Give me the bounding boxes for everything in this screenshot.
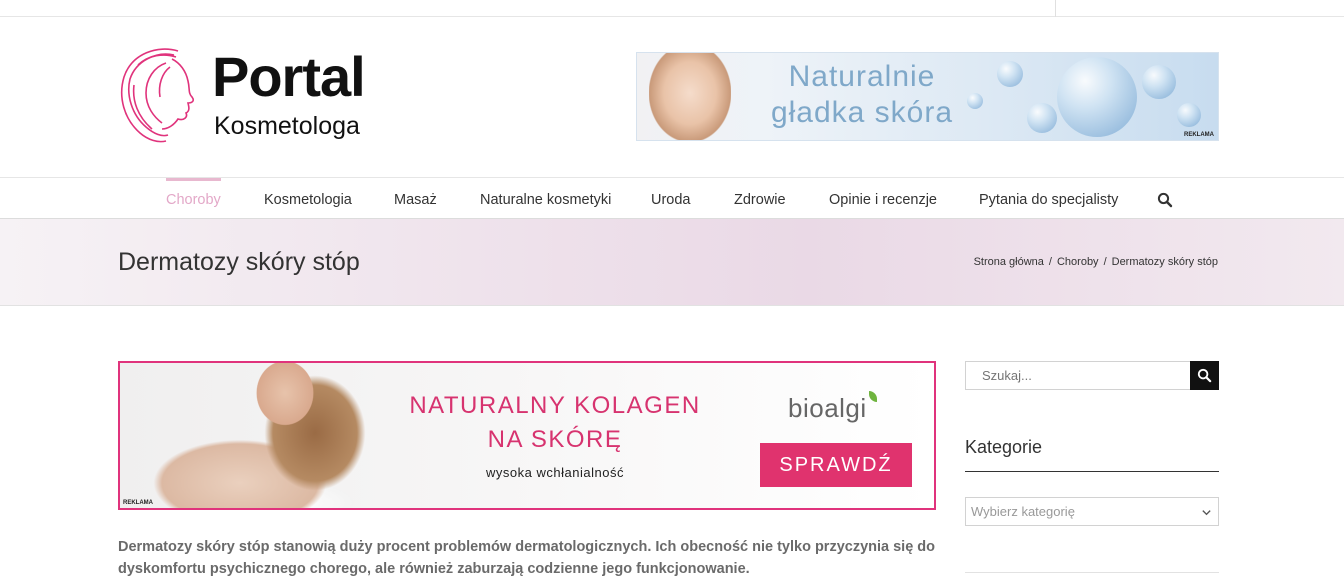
breadcrumb: Strona główna / Choroby / Dermatozy skóry st… — [974, 256, 1218, 268]
ad-bubble-decoration — [1057, 57, 1137, 137]
top-ad-headline-1: Naturalnie — [788, 60, 936, 93]
leaf-icon — [869, 391, 877, 402]
breadcrumb-current: Dermatozy skóry stóp — [1111, 256, 1218, 268]
ad-bubble-decoration — [1142, 65, 1176, 99]
content-banner-ad[interactable]: NATURALNY KOLAGEN NA SKÓRĘ wysoka wchłan… — [118, 361, 936, 510]
content-ad-label: REKLAMA — [123, 500, 153, 506]
categories-select-value: Wybierz kategorię — [971, 504, 1075, 519]
top-bar-divider — [1055, 0, 1056, 17]
ad-model-image — [140, 363, 370, 508]
logo-subtitle: Kosmetologa — [214, 112, 360, 140]
ad-headline-2: NA SKÓRĘ — [487, 426, 623, 453]
ad-cta-button[interactable]: SPRAWDŹ — [760, 443, 912, 487]
article-lead: Dermatozy skóry stóp stanowią duży proce… — [118, 539, 936, 577]
ad-brand-logo: bioalgi — [788, 391, 877, 424]
main-navigation: Choroby Kosmetologia Masaż Naturalne kos… — [0, 177, 1344, 219]
categories-heading: Kategorie — [965, 437, 1043, 457]
nav-item-choroby[interactable]: Choroby — [166, 178, 221, 220]
breadcrumb-separator: / — [1048, 256, 1052, 268]
breadcrumb-separator: / — [1103, 256, 1107, 268]
top-ad-headline-2: gładka skóra — [770, 96, 954, 129]
nav-item-pytania-do-specjalisty[interactable]: Pytania do specjalisty — [979, 178, 1118, 220]
top-banner-ad[interactable]: Naturalnie gładka skóra REKLAMA — [636, 52, 1219, 141]
ad-bubble-decoration — [1027, 103, 1057, 133]
sidebar-search-input[interactable] — [965, 361, 1191, 390]
search-icon — [1197, 368, 1212, 383]
logo-title: Portal — [212, 45, 366, 108]
ad-bubble-decoration — [997, 61, 1023, 87]
sidebar-divider — [965, 572, 1219, 573]
nav-item-zdrowie[interactable]: Zdrowie — [734, 178, 786, 220]
nav-item-opinie-i-recenzje[interactable]: Opinie i recenzje — [829, 178, 937, 220]
top-utility-bar — [0, 0, 1344, 17]
site-logo[interactable]: Portal Kosmetologa — [118, 45, 398, 145]
nav-item-naturalne-kosmetyki[interactable]: Naturalne kosmetyki — [480, 178, 611, 220]
categories-heading-underline — [965, 471, 1219, 472]
ad-headline-1: NATURALNY KOLAGEN — [409, 392, 701, 419]
page-title: Dermatozy skóry stóp — [118, 248, 360, 276]
search-icon[interactable] — [1157, 192, 1173, 208]
ad-model-image — [649, 53, 731, 140]
ad-bubble-decoration — [1177, 103, 1201, 127]
page-title-bar: Dermatozy skóry stóp Strona główna / Choro… — [0, 219, 1344, 306]
breadcrumb-category-link[interactable]: Choroby — [1057, 256, 1099, 268]
ad-subline: wysoka wchłanialność — [486, 465, 624, 480]
sidebar-search-button[interactable] — [1190, 361, 1219, 390]
woman-profile-logo-icon — [120, 48, 194, 143]
nav-item-masaz[interactable]: Masaż — [394, 178, 437, 220]
categories-select[interactable]: Wybierz kategorię — [965, 497, 1219, 526]
top-ad-label: REKLAMA — [1184, 132, 1214, 138]
breadcrumb-home-link[interactable]: Strona główna — [974, 256, 1044, 268]
chevron-down-icon — [1202, 510, 1211, 516]
nav-item-kosmetologia[interactable]: Kosmetologia — [264, 178, 352, 220]
nav-item-uroda[interactable]: Uroda — [651, 178, 691, 220]
ad-brand-name: bioalgi — [788, 393, 867, 423]
